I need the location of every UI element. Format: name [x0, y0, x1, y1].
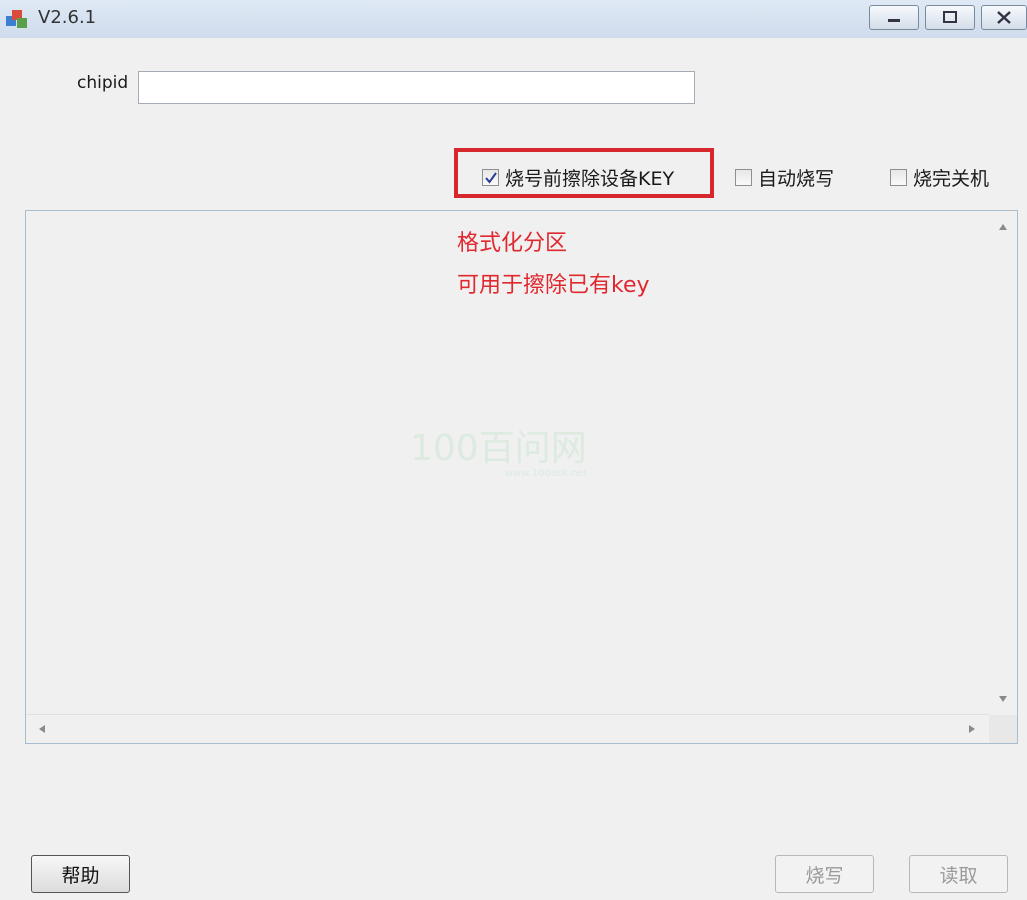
close-button[interactable] — [981, 5, 1027, 30]
checkbox-unchecked-icon — [735, 169, 752, 186]
scroll-up-icon[interactable] — [998, 223, 1008, 231]
help-button[interactable]: 帮助 — [31, 855, 130, 893]
minimize-button[interactable] — [869, 5, 919, 30]
window-title: V2.6.1 — [38, 7, 97, 28]
scroll-left-icon[interactable] — [38, 724, 46, 734]
shutdown-checkbox[interactable]: 烧完关机 — [890, 164, 989, 191]
erase-key-label: 烧号前擦除设备KEY — [505, 168, 675, 190]
minimize-icon — [888, 19, 900, 22]
shutdown-label: 烧完关机 — [913, 168, 990, 190]
maximize-icon — [943, 11, 957, 23]
auto-burn-label: 自动烧写 — [758, 168, 835, 190]
checkbox-unchecked-icon — [890, 169, 907, 186]
auto-burn-checkbox[interactable]: 自动烧写 — [735, 164, 834, 191]
read-button[interactable]: 读取 — [909, 855, 1008, 893]
app-icon — [6, 10, 27, 28]
scroll-down-icon[interactable] — [998, 695, 1008, 703]
maximize-button[interactable] — [925, 5, 975, 30]
erase-key-checkbox[interactable]: 烧号前擦除设备KEY — [482, 164, 674, 191]
vertical-scrollbar[interactable] — [989, 211, 1017, 717]
checkbox-checked-icon — [482, 169, 499, 186]
title-bar: V2.6.1 — [0, 0, 1027, 38]
burn-button[interactable]: 烧写 — [775, 855, 874, 893]
annotation-erase-key: 可用于擦除已有key — [457, 273, 650, 298]
chipid-input[interactable] — [138, 71, 695, 104]
watermark-logo: 100百问网 www.100ask.net — [410, 428, 588, 479]
chipid-label: chipid — [77, 73, 129, 93]
horizontal-scrollbar[interactable] — [26, 714, 989, 743]
scrollbar-corner — [989, 715, 1017, 743]
watermark-text: 100百问网 — [410, 428, 587, 469]
annotation-format-partition: 格式化分区 — [457, 231, 568, 256]
watermark-url: www.100ask.net — [505, 468, 588, 479]
close-icon — [997, 11, 1011, 24]
scroll-right-icon[interactable] — [968, 724, 976, 734]
